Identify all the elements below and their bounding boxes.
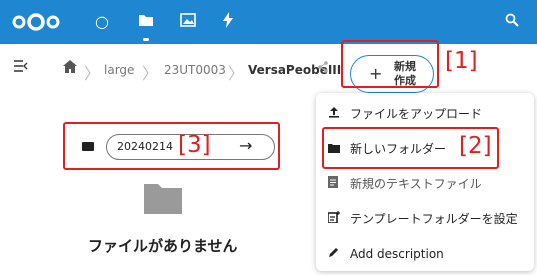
empty-state-message: ファイルがありません: [88, 237, 238, 255]
breadcrumb-separator: 〉: [228, 64, 245, 83]
breadcrumb-separator: 〉: [142, 64, 159, 83]
lightning-icon[interactable]: [222, 12, 234, 33]
nextcloud-logo[interactable]: [12, 10, 60, 34]
breadcrumb-item[interactable]: large: [104, 63, 134, 77]
menu-item-new-text-file[interactable]: 新規のテキストファイル: [328, 175, 482, 192]
pencil-icon: [328, 246, 350, 261]
text-file-icon: [328, 176, 350, 191]
menu-item-add-description[interactable]: Add description: [328, 246, 444, 261]
navigation-toggle-icon[interactable]: [14, 60, 28, 76]
image-icon[interactable]: [180, 12, 196, 32]
highlight-box-3: [63, 122, 280, 170]
empty-folder-icon: [144, 184, 182, 214]
breadcrumb-item[interactable]: 23UT0003: [164, 63, 226, 77]
highlight-box-1: [341, 40, 439, 88]
annotation-label-1: [1]: [445, 48, 478, 74]
new-menu-dropdown: ファイルをアップロード 新しいフォルダー 新規のテキストファイル テンプレートフ…: [316, 93, 534, 271]
search-icon[interactable]: [505, 12, 519, 31]
folder-icon[interactable]: [138, 12, 154, 32]
upload-icon: [328, 106, 350, 121]
annotation-label-2: [2]: [459, 133, 492, 159]
share-icon[interactable]: [318, 61, 328, 76]
home-icon[interactable]: [63, 58, 77, 77]
top-navigation-bar: ○: [0, 0, 537, 44]
circle-icon[interactable]: ○: [95, 12, 109, 32]
menu-item-upload[interactable]: ファイルをアップロード: [328, 105, 482, 122]
annotation-label-3: [3]: [178, 132, 211, 158]
menu-item-template-folder[interactable]: テンプレートフォルダーを設定: [327, 210, 518, 227]
template-icon: [327, 211, 350, 226]
active-app-indicator: [143, 38, 149, 41]
breadcrumb-separator: 〉: [84, 64, 101, 83]
